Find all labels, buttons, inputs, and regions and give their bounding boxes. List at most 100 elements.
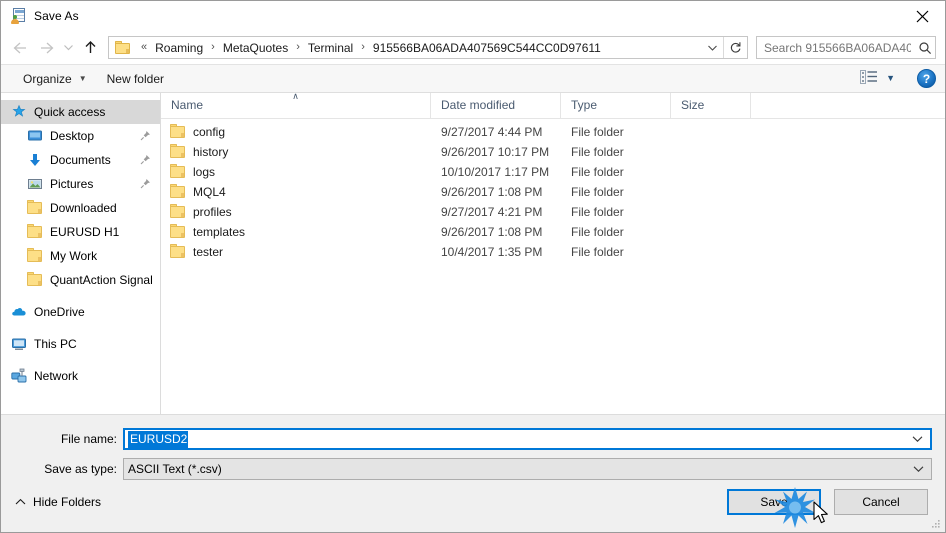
hide-folders-button[interactable]: Hide Folders <box>15 495 101 509</box>
save-as-type-select[interactable]: ASCII Text (*.csv) <box>123 458 932 480</box>
breadcrumb-overflow[interactable]: « <box>135 42 153 53</box>
file-date-modified: 9/27/2017 4:44 PM <box>441 125 543 139</box>
file-size <box>671 202 751 222</box>
column-header-date-modified[interactable]: Date modified <box>431 93 561 118</box>
up-button[interactable] <box>77 35 103 61</box>
column-header-name[interactable]: ∧ Name <box>161 93 431 118</box>
table-row[interactable]: profiles 9/27/2017 4:21 PM File folder <box>161 202 945 222</box>
table-row[interactable]: tester 10/4/2017 1:35 PM File folder <box>161 242 945 262</box>
sidebar-item-downloaded[interactable]: Downloaded <box>1 196 160 220</box>
resize-grip-icon[interactable] <box>930 518 942 530</box>
sidebar-item-quantaction-signal[interactable]: QuantAction Signal <box>1 268 160 292</box>
file-type: File folder <box>571 225 624 239</box>
column-header-type[interactable]: Type <box>561 93 671 118</box>
new-folder-label: New folder <box>106 71 164 86</box>
close-icon[interactable] <box>899 1 945 31</box>
file-name-label: File name: <box>60 432 117 446</box>
sidebar-item-label: QuantAction Signal <box>50 273 153 287</box>
table-row[interactable]: MQL4 9/26/2017 1:08 PM File folder <box>161 182 945 202</box>
folder-icon <box>170 184 186 200</box>
breadcrumb-item-folder-id[interactable]: 915566BA06ADA407569C544CC0D97611 <box>371 39 603 57</box>
column-header-size[interactable]: Size <box>671 93 751 118</box>
file-type: File folder <box>571 165 624 179</box>
file-type: File folder <box>571 185 624 199</box>
this-pc-icon <box>11 336 27 352</box>
search-input[interactable] <box>757 40 915 55</box>
sidebar-item-network[interactable]: Network <box>1 364 160 388</box>
breadcrumb-separator[interactable]: › <box>355 42 371 53</box>
chevron-down-icon[interactable] <box>912 435 923 443</box>
search-icon[interactable] <box>915 38 935 58</box>
dialog-body: Quick access Desktop Documents Pictures … <box>1 93 945 415</box>
table-row[interactable]: history 9/26/2017 10:17 PM File folder <box>161 142 945 162</box>
sidebar-item-desktop[interactable]: Desktop <box>1 124 160 148</box>
folder-icon <box>170 224 186 240</box>
table-row[interactable]: config 9/27/2017 4:44 PM File folder <box>161 122 945 142</box>
file-name: tester <box>193 245 224 259</box>
chevron-down-icon: ▼ <box>886 73 895 83</box>
file-name-field[interactable]: EURUSD2 <box>123 428 932 450</box>
help-button[interactable]: ? <box>917 69 936 88</box>
file-list: ∧ Name Date modified Type Size config 9/… <box>161 93 945 414</box>
breadcrumb[interactable]: « Roaming › MetaQuotes › Terminal › 9155… <box>108 36 748 59</box>
breadcrumb-chevron-down-icon[interactable] <box>701 37 723 58</box>
sidebar-item-label: Downloaded <box>50 201 117 215</box>
cancel-button[interactable]: Cancel <box>834 489 928 515</box>
folder-icon <box>27 272 43 288</box>
sidebar-item-this-pc[interactable]: This PC <box>1 332 160 356</box>
sidebar-item-documents[interactable]: Documents <box>1 148 160 172</box>
file-size <box>671 242 751 262</box>
save-as-type-row: Save as type: ASCII Text (*.csv) <box>1 458 945 480</box>
sidebar-item-label: This PC <box>34 337 77 351</box>
desktop-icon <box>27 128 43 144</box>
file-name: logs <box>193 165 216 179</box>
breadcrumb-item-metaquotes[interactable]: MetaQuotes <box>221 39 290 57</box>
file-size <box>671 142 751 162</box>
pictures-icon <box>27 176 43 192</box>
chevron-up-icon <box>15 498 26 506</box>
file-size <box>671 122 751 142</box>
save-as-dialog: Save As « Roaming › MetaQuotes › Termina… <box>0 0 946 533</box>
recent-locations-chevron-down-icon[interactable] <box>59 35 77 61</box>
sidebar-item-label: My Work <box>50 249 98 263</box>
file-name-value: EURUSD2 <box>128 430 189 448</box>
chevron-down-icon[interactable] <box>913 465 924 473</box>
view-options-button[interactable]: ▼ <box>856 68 899 89</box>
pin-icon[interactable] <box>140 130 151 141</box>
new-folder-button[interactable]: New folder <box>101 69 170 89</box>
file-name: history <box>193 145 229 159</box>
navigation-pane: Quick access Desktop Documents Pictures … <box>1 93 161 414</box>
search-box[interactable] <box>756 36 936 59</box>
table-row[interactable]: templates 9/26/2017 1:08 PM File folder <box>161 222 945 242</box>
documents-down-arrow-icon <box>27 152 43 168</box>
folder-icon <box>170 144 186 160</box>
breadcrumb-item-roaming[interactable]: Roaming <box>153 39 205 57</box>
file-type: File folder <box>571 245 624 259</box>
breadcrumb-separator[interactable]: › <box>205 42 221 53</box>
folder-icon <box>27 224 43 240</box>
folder-icon <box>170 124 186 140</box>
breadcrumb-item-terminal[interactable]: Terminal <box>306 39 355 57</box>
pin-icon[interactable] <box>140 154 151 165</box>
forward-button[interactable] <box>33 35 59 61</box>
sidebar-item-eurusd-h1[interactable]: EURUSD H1 <box>1 220 160 244</box>
back-button[interactable] <box>7 35 33 61</box>
file-name: MQL4 <box>193 185 226 199</box>
sidebar-item-quick-access[interactable]: Quick access <box>1 100 160 124</box>
network-icon <box>11 368 27 384</box>
refresh-icon[interactable] <box>723 37 747 58</box>
breadcrumb-separator[interactable]: › <box>290 42 306 53</box>
sidebar-item-my-work[interactable]: My Work <box>1 244 160 268</box>
sidebar-item-pictures[interactable]: Pictures <box>1 172 160 196</box>
title-bar: Save As <box>1 1 945 31</box>
table-row[interactable]: logs 10/10/2017 1:17 PM File folder <box>161 162 945 182</box>
star-pin-icon <box>11 104 27 120</box>
pin-icon[interactable] <box>140 178 151 189</box>
sidebar-item-label: EURUSD H1 <box>50 225 120 239</box>
organize-button[interactable]: Organize ▼ <box>17 69 93 89</box>
organize-label: Organize <box>23 71 72 86</box>
address-bar: « Roaming › MetaQuotes › Terminal › 9155… <box>1 31 945 64</box>
cancel-label: Cancel <box>862 495 900 509</box>
sidebar-item-onedrive[interactable]: OneDrive <box>1 300 160 324</box>
save-button[interactable]: Save <box>727 489 821 515</box>
